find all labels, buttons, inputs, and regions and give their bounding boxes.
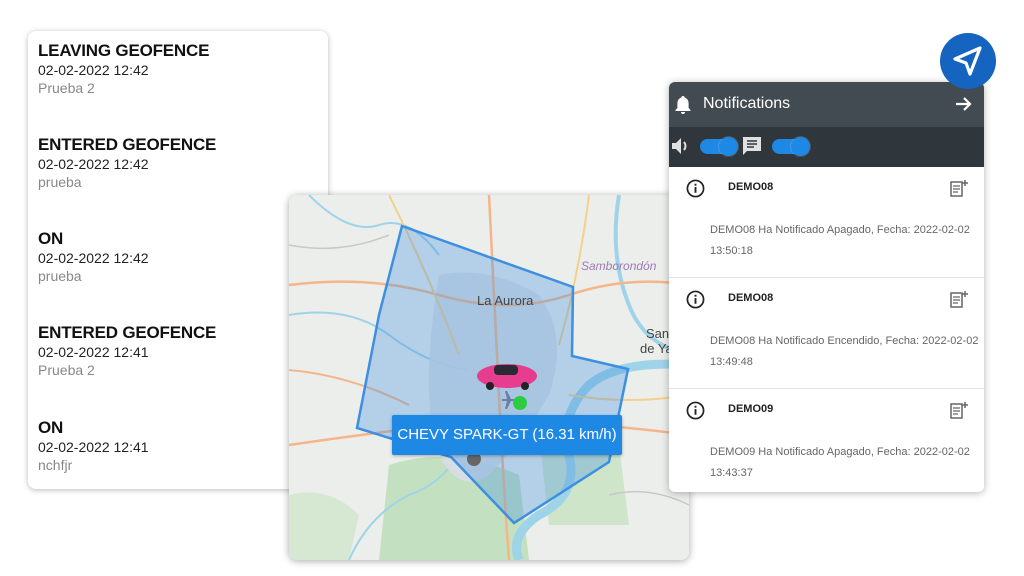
- event-title: ENTERED GEOFENCE: [38, 135, 217, 154]
- event-title: ON: [38, 418, 64, 437]
- map-label-samborondon: Samborondón: [581, 259, 657, 273]
- notification-device: DEMO08: [728, 292, 774, 304]
- notification-message-line: DEMO08 Ha Notificado Apagado, Fecha: 202…: [710, 224, 970, 236]
- status-dot: [513, 396, 527, 410]
- notification-message: DEMO09 Ha Notificado Apagado, Fecha: 202…: [710, 442, 980, 484]
- vehicle-tooltip[interactable]: CHEVY SPARK-GT (16.31 km/h): [392, 415, 622, 455]
- notification-item[interactable]: DEMO09 DEMO09 Ha Notificado Apagado, Fec…: [669, 389, 984, 492]
- event-item[interactable]: ON 02-02-2022 12:41 nchfjr: [38, 418, 149, 474]
- message-toggle[interactable]: [772, 137, 810, 156]
- info-icon: [686, 401, 705, 420]
- note-add-icon[interactable]: [950, 401, 968, 419]
- note-add-icon[interactable]: [950, 179, 968, 197]
- event-geofence: nchfjr: [38, 457, 73, 473]
- event-date: 02-02-2022 12:42: [38, 156, 149, 172]
- notifications-header: Notifications: [669, 82, 984, 127]
- notification-message: DEMO08 Ha Notificado Encendido, Fecha: 2…: [710, 331, 980, 373]
- notification-message-time: 13:43:37: [710, 467, 753, 479]
- map-canvas[interactable]: [289, 195, 689, 560]
- info-icon: [686, 179, 705, 198]
- notification-device: DEMO08: [728, 181, 774, 193]
- notification-message-time: 13:49:48: [710, 356, 753, 368]
- map-label-san: San: [646, 326, 670, 341]
- notifications-toolbar: [669, 127, 984, 167]
- event-geofence: prueba: [38, 174, 82, 190]
- notification-item[interactable]: DEMO08 DEMO08 Ha Notificado Encendido, F…: [669, 278, 984, 389]
- event-geofence: Prueba 2: [38, 80, 95, 96]
- map-label-de-ya: de Ya: [640, 341, 673, 356]
- map-label-la-aurora: La Aurora: [477, 293, 534, 308]
- notification-message: DEMO08 Ha Notificado Apagado, Fecha: 202…: [710, 220, 980, 262]
- navigation-arrow-icon: [953, 46, 982, 76]
- navigate-button[interactable]: [940, 33, 996, 89]
- notification-item[interactable]: DEMO08 DEMO08 Ha Notificado Apagado, Fec…: [669, 167, 984, 278]
- event-list-card: LEAVING GEOFENCE 02-02-2022 12:42 Prueba…: [28, 31, 328, 489]
- event-item[interactable]: ENTERED GEOFENCE 02-02-2022 12:41 Prueba…: [38, 323, 216, 379]
- notifications-panel: Notifications DEMO08 DEMO08 Ha Notificad…: [669, 82, 984, 492]
- notification-message-line: DEMO09 Ha Notificado Apagado, Fecha: 202…: [710, 446, 970, 458]
- event-item[interactable]: ON 02-02-2022 12:42 prueba: [38, 229, 149, 285]
- sound-toggle[interactable]: [700, 137, 738, 156]
- message-icon: [743, 137, 761, 155]
- event-date: 02-02-2022 12:41: [38, 439, 149, 455]
- note-add-icon[interactable]: [950, 290, 968, 308]
- notification-message-time: 13:50:18: [710, 245, 753, 257]
- event-title: ON: [38, 229, 64, 248]
- notification-message-line: DEMO08 Ha Notificado Encendido, Fecha: 2…: [710, 335, 979, 347]
- event-geofence: prueba: [38, 268, 82, 284]
- event-title: LEAVING GEOFENCE: [38, 41, 210, 60]
- event-date: 02-02-2022 12:42: [38, 250, 149, 266]
- notification-device: DEMO09: [728, 403, 774, 415]
- event-date: 02-02-2022 12:42: [38, 62, 149, 78]
- arrow-right-icon[interactable]: [954, 95, 972, 113]
- event-item[interactable]: LEAVING GEOFENCE 02-02-2022 12:42 Prueba…: [38, 41, 209, 97]
- event-item[interactable]: ENTERED GEOFENCE 02-02-2022 12:42 prueba: [38, 135, 216, 191]
- event-geofence: Prueba 2: [38, 362, 95, 378]
- map-view[interactable]: Samborondón La Aurora San de Ya CHEVY SP…: [289, 195, 689, 560]
- event-title: ENTERED GEOFENCE: [38, 323, 217, 342]
- event-date: 02-02-2022 12:41: [38, 344, 149, 360]
- bell-icon: [675, 96, 691, 114]
- info-icon: [686, 290, 705, 309]
- notifications-title: Notifications: [703, 95, 791, 112]
- volume-icon: [672, 138, 687, 154]
